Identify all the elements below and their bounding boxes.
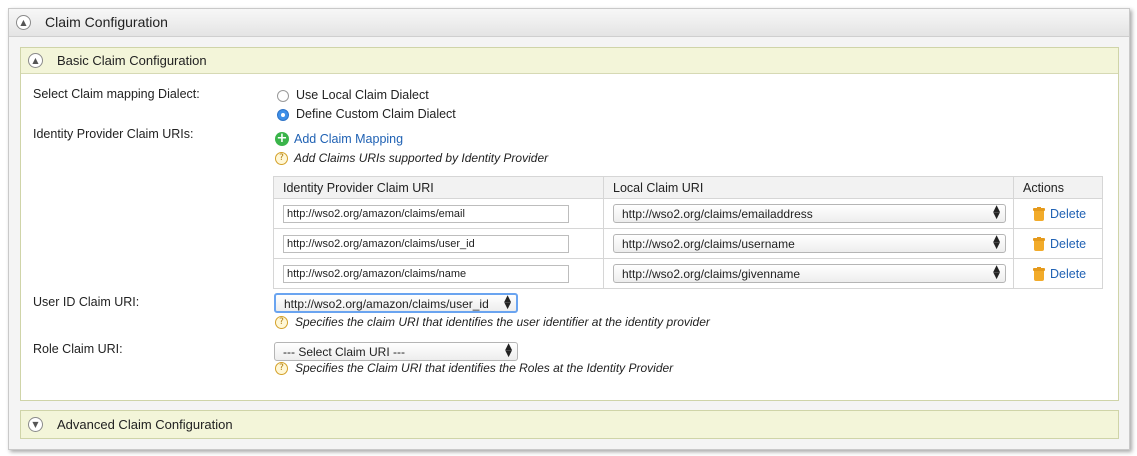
- user-id-claim-uri-hint: Specifies the claim URI that identifies …: [295, 315, 710, 329]
- delete-button[interactable]: Delete: [1014, 266, 1102, 281]
- chevron-down-icon[interactable]: ▼: [28, 417, 43, 432]
- radio-use-local-dialect-label[interactable]: Use Local Claim Dialect: [296, 88, 429, 102]
- help-icon: ?: [275, 152, 288, 165]
- radio-use-local-dialect[interactable]: [277, 90, 289, 102]
- local-claim-uri-value: http://wso2.org/claims/username: [622, 237, 795, 251]
- table-row: http://wso2.org/amazon/claims/name http:…: [273, 258, 1103, 289]
- role-claim-uri-value: --- Select Claim URI ---: [283, 345, 405, 359]
- user-id-claim-uri-value: http://wso2.org/amazon/claims/user_id: [284, 297, 489, 311]
- local-claim-uri-value: http://wso2.org/claims/emailaddress: [622, 207, 813, 221]
- user-id-claim-uri-label: User ID Claim URI:: [33, 295, 140, 309]
- dialect-label: Select Claim mapping Dialect:: [33, 87, 200, 101]
- trash-icon[interactable]: [1033, 266, 1045, 281]
- radio-define-custom-dialect-label[interactable]: Define Custom Claim Dialect: [296, 107, 456, 121]
- delete-link[interactable]: Delete: [1050, 267, 1086, 281]
- updown-arrow-icon: ▲ ▼: [504, 294, 511, 311]
- table-header-row: Identity Provider Claim URI Local Claim …: [273, 176, 1103, 199]
- updown-arrow-icon: ▲ ▼: [993, 234, 1000, 251]
- claim-configuration-header[interactable]: ▲ Claim Configuration: [9, 9, 1129, 37]
- role-claim-uri-hint: Specifies the Claim URI that identifies …: [295, 361, 674, 375]
- add-claim-mapping-link[interactable]: Add Claim Mapping: [294, 132, 403, 146]
- column-header-actions: Actions: [1013, 176, 1103, 199]
- table-row: http://wso2.org/amazon/claims/user_id ht…: [273, 228, 1103, 259]
- add-claims-hint: Add Claims URIs supported by Identity Pr…: [294, 151, 549, 165]
- panel-title: Claim Configuration: [45, 14, 168, 30]
- table-row: http://wso2.org/amazon/claims/email http…: [273, 198, 1103, 229]
- role-claim-uri-label: Role Claim URI:: [33, 342, 123, 356]
- advanced-claim-configuration-section: ▼ Advanced Claim Configuration: [20, 410, 1119, 439]
- idp-claim-uri-input[interactable]: http://wso2.org/amazon/claims/email: [283, 204, 569, 223]
- help-icon: ?: [275, 316, 288, 329]
- local-claim-uri-value: http://wso2.org/claims/givenname: [622, 267, 801, 281]
- idp-claim-uris-label: Identity Provider Claim URIs:: [33, 127, 194, 141]
- trash-icon[interactable]: [1033, 236, 1045, 251]
- claim-mapping-table: Identity Provider Claim URI Local Claim …: [273, 176, 1103, 289]
- trash-icon[interactable]: [1033, 206, 1045, 221]
- updown-arrow-icon: ▲ ▼: [993, 264, 1000, 281]
- help-icon: ?: [275, 362, 288, 375]
- plus-circle-icon[interactable]: +: [275, 132, 289, 146]
- user-id-claim-uri-select[interactable]: http://wso2.org/amazon/claims/user_id ▲ ▼: [274, 293, 518, 313]
- role-claim-uri-select[interactable]: --- Select Claim URI --- ▲ ▼: [274, 342, 518, 361]
- delete-link[interactable]: Delete: [1050, 207, 1086, 221]
- column-header-local-claim-uri: Local Claim URI: [603, 176, 1014, 199]
- delete-button[interactable]: Delete: [1014, 236, 1102, 251]
- chevron-up-icon[interactable]: ▲: [28, 53, 43, 68]
- chevron-up-icon[interactable]: ▲: [16, 15, 31, 30]
- local-claim-uri-select[interactable]: http://wso2.org/claims/emailaddress ▲ ▼: [613, 204, 1006, 223]
- idp-claim-uri-input[interactable]: http://wso2.org/amazon/claims/name: [283, 264, 569, 283]
- delete-button[interactable]: Delete: [1014, 206, 1102, 221]
- updown-arrow-icon: ▲ ▼: [993, 204, 1000, 221]
- basic-claim-configuration-header[interactable]: ▲ Basic Claim Configuration: [21, 48, 1118, 74]
- delete-link[interactable]: Delete: [1050, 237, 1086, 251]
- idp-claim-uri-input[interactable]: http://wso2.org/amazon/claims/user_id: [283, 234, 569, 253]
- advanced-section-title: Advanced Claim Configuration: [57, 417, 233, 432]
- updown-arrow-icon: ▲ ▼: [505, 342, 512, 359]
- local-claim-uri-select[interactable]: http://wso2.org/claims/givenname ▲ ▼: [613, 264, 1006, 283]
- local-claim-uri-select[interactable]: http://wso2.org/claims/username ▲ ▼: [613, 234, 1006, 253]
- advanced-claim-configuration-header[interactable]: ▼ Advanced Claim Configuration: [21, 411, 1118, 438]
- column-header-idp-claim-uri: Identity Provider Claim URI: [273, 176, 604, 199]
- radio-define-custom-dialect[interactable]: [277, 109, 289, 121]
- basic-section-title: Basic Claim Configuration: [57, 53, 207, 68]
